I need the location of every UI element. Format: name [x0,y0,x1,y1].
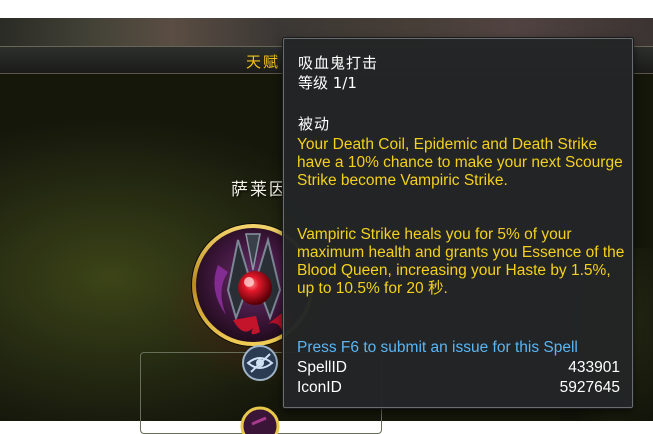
spell-description-1: Your Death Coil, Epidemic and Death Stri… [297,136,623,189]
talent-ring-icon[interactable] [238,404,282,434]
spell-tooltip: 吸血鬼打击 等级 1/1 被动 Your Death Coil, Epidemi… [283,38,633,408]
icon-id-value: 5927645 [559,379,620,396]
submit-issue-hint: Press F6 to submit an issue for this Spe… [297,339,578,356]
spell-type: 被动 [298,115,331,133]
spell-id-row: SpellID 433901 [297,359,620,377]
icon-id-row: IconID 5927645 [297,379,620,397]
header-title: 天赋 [246,53,281,71]
icon-id-label: IconID [297,379,342,396]
spell-id-value: 433901 [568,359,620,376]
spell-name: 吸血鬼打击 [298,54,379,72]
eye-icon[interactable] [241,344,279,382]
spell-id-label: SpellID [297,359,347,376]
talent-node-label: 萨莱因 [231,180,288,200]
spell-description-2: Vampiric Strike heals you for 5% of your… [297,226,625,297]
spell-rank: 等级 1/1 [298,74,357,92]
